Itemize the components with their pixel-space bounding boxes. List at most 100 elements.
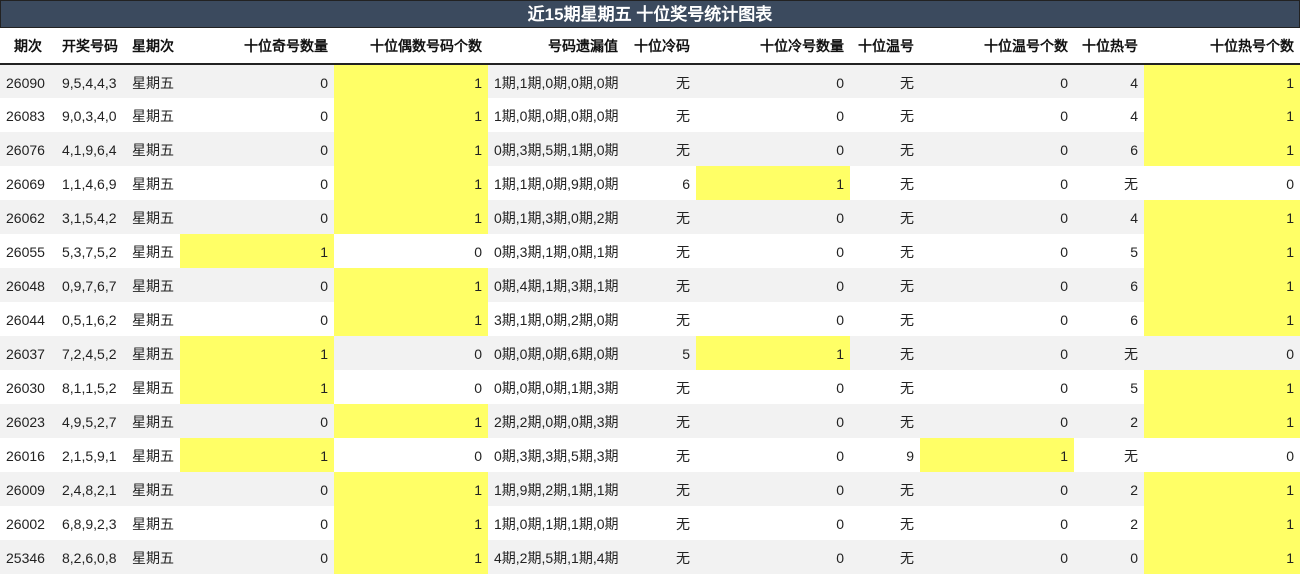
weekday-cell: 星期五 <box>126 540 180 574</box>
odd-count-cell: 1 <box>180 438 334 472</box>
cold-count-cell: 0 <box>696 200 850 234</box>
warm-cell: 无 <box>850 166 920 200</box>
hot-cell: 5 <box>1074 234 1144 268</box>
table-row: 26023 4,9,5,2,7 星期五 0 1 2期,2期,0期,0期,3期无 0 无 0 2 1 <box>0 404 1300 438</box>
even-count-cell: 0 <box>334 336 488 370</box>
table-row: 26016 2,1,5,9,1 星期五 1 0 0期,3期,3期,5期,3期无 0 9 1 无 0 <box>0 438 1300 472</box>
hot-cell: 4 <box>1074 200 1144 234</box>
even-count-cell: 0 <box>334 370 488 404</box>
even-count-cell: 0 <box>334 234 488 268</box>
miss-cell: 1期,9期,2期,1期,1期 <box>488 472 624 506</box>
cold-cell: 无 <box>624 200 696 234</box>
odd-count-cell: 0 <box>180 64 334 98</box>
warm-cell: 9 <box>850 438 920 472</box>
cold-cell: 6 <box>624 166 696 200</box>
hot-cell: 无 <box>1074 166 1144 200</box>
hot-count-cell: 1 <box>1144 132 1300 166</box>
odd-count-cell: 1 <box>180 234 334 268</box>
warm-count-cell: 0 <box>920 64 1074 98</box>
cold-cell: 无 <box>624 506 696 540</box>
warm-cell: 无 <box>850 98 920 132</box>
col-header-odd-count[interactable]: 十位奇号数量 <box>180 28 334 65</box>
weekday-cell: 星期五 <box>126 234 180 268</box>
hot-cell: 4 <box>1074 98 1144 132</box>
hot-cell: 5 <box>1074 370 1144 404</box>
col-header-even-count[interactable]: 十位偶数号码个数 <box>334 28 488 65</box>
even-count-cell: 1 <box>334 132 488 166</box>
miss-cell: 1期,0期,1期,1期,0期 <box>488 506 624 540</box>
stats-table: 期次 开奖号码 星期次 十位奇号数量 十位偶数号码个数 号码遗漏值 十位冷码 十… <box>0 28 1300 574</box>
warm-count-cell: 0 <box>920 336 1074 370</box>
col-header-weekday[interactable]: 星期次 <box>126 28 180 65</box>
numbers-cell: 8,1,1,5,2 <box>56 370 126 404</box>
odd-count-cell: 0 <box>180 132 334 166</box>
hot-cell: 6 <box>1074 302 1144 336</box>
cold-count-cell: 0 <box>696 132 850 166</box>
issue-cell: 26023 <box>0 404 56 438</box>
weekday-cell: 星期五 <box>126 268 180 302</box>
warm-count-cell: 0 <box>920 506 1074 540</box>
cold-count-cell: 0 <box>696 404 850 438</box>
warm-cell: 无 <box>850 336 920 370</box>
even-count-cell: 1 <box>334 268 488 302</box>
col-header-hot[interactable]: 十位热号 <box>1074 28 1144 65</box>
even-count-cell: 1 <box>334 506 488 540</box>
col-header-warm[interactable]: 十位温号 <box>850 28 920 65</box>
col-header-cold-count[interactable]: 十位冷号数量 <box>696 28 850 65</box>
warm-count-cell: 0 <box>920 166 1074 200</box>
cold-count-cell: 0 <box>696 302 850 336</box>
warm-cell: 无 <box>850 404 920 438</box>
col-header-hot-count[interactable]: 十位热号个数 <box>1144 28 1300 65</box>
odd-count-cell: 0 <box>180 268 334 302</box>
odd-count-cell: 0 <box>180 302 334 336</box>
col-header-issue[interactable]: 期次 <box>0 28 56 65</box>
numbers-cell: 2,4,8,2,1 <box>56 472 126 506</box>
warm-cell: 无 <box>850 234 920 268</box>
warm-count-cell: 0 <box>920 472 1074 506</box>
weekday-cell: 星期五 <box>126 132 180 166</box>
hot-count-cell: 1 <box>1144 370 1300 404</box>
table-row: 26030 8,1,1,5,2 星期五 1 0 0期,0期,0期,1期,3期无 0 无 0 5 1 <box>0 370 1300 404</box>
hot-count-cell: 1 <box>1144 472 1300 506</box>
hot-count-cell: 1 <box>1144 200 1300 234</box>
warm-cell: 无 <box>850 506 920 540</box>
hot-count-cell: 0 <box>1144 438 1300 472</box>
cold-cell: 无 <box>624 234 696 268</box>
cold-cell: 无 <box>624 540 696 574</box>
weekday-cell: 星期五 <box>126 404 180 438</box>
hot-count-cell: 0 <box>1144 166 1300 200</box>
hot-cell: 2 <box>1074 472 1144 506</box>
odd-count-cell: 1 <box>180 370 334 404</box>
weekday-cell: 星期五 <box>126 506 180 540</box>
col-header-warm-count[interactable]: 十位温号个数 <box>920 28 1074 65</box>
warm-cell: 无 <box>850 200 920 234</box>
cold-count-cell: 0 <box>696 370 850 404</box>
cold-cell: 5 <box>624 336 696 370</box>
cold-count-cell: 0 <box>696 472 850 506</box>
hot-count-cell: 1 <box>1144 404 1300 438</box>
issue-cell: 25346 <box>0 540 56 574</box>
numbers-cell: 8,2,6,0,8 <box>56 540 126 574</box>
miss-cell: 0期,3期,1期,0期,1期 <box>488 234 624 268</box>
weekday-cell: 星期五 <box>126 302 180 336</box>
warm-cell: 无 <box>850 268 920 302</box>
col-header-miss[interactable]: 号码遗漏值 <box>488 28 624 65</box>
warm-count-cell: 0 <box>920 302 1074 336</box>
odd-count-cell: 1 <box>180 336 334 370</box>
table-row: 26044 0,5,1,6,2 星期五 0 1 3期,1期,0期,2期,0期无 0 无 0 6 1 <box>0 302 1300 336</box>
issue-cell: 26009 <box>0 472 56 506</box>
numbers-cell: 9,5,4,4,3 <box>56 64 126 98</box>
issue-cell: 26044 <box>0 302 56 336</box>
hot-cell: 2 <box>1074 506 1144 540</box>
warm-cell: 无 <box>850 132 920 166</box>
table-row: 26009 2,4,8,2,1 星期五 0 1 1期,9期,2期,1期,1期无 0 无 0 2 1 <box>0 472 1300 506</box>
cold-count-cell: 0 <box>696 98 850 132</box>
miss-cell: 1期,1期,0期,0期,0期 <box>488 64 624 98</box>
col-header-numbers[interactable]: 开奖号码 <box>56 28 126 65</box>
hot-count-cell: 1 <box>1144 540 1300 574</box>
even-count-cell: 1 <box>334 302 488 336</box>
col-header-cold[interactable]: 十位冷码 <box>624 28 696 65</box>
miss-cell: 1期,0期,0期,0期,0期 <box>488 98 624 132</box>
numbers-cell: 1,1,4,6,9 <box>56 166 126 200</box>
odd-count-cell: 0 <box>180 166 334 200</box>
